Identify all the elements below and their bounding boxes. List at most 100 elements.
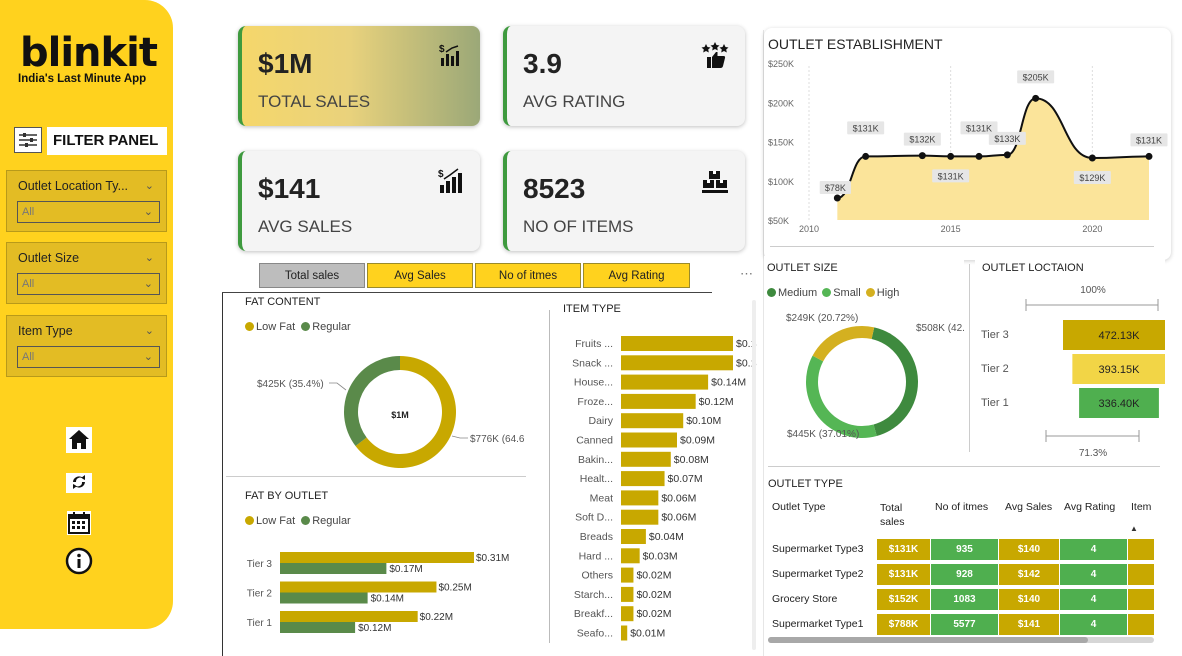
table-cell-outlet-type: Supermarket Type1 — [772, 618, 864, 630]
data-point — [1088, 154, 1096, 162]
metric-button-total-sales[interactable]: Total sales — [259, 263, 365, 288]
category-label: Breakf... — [574, 608, 613, 620]
chevron-down-icon: ⌄ — [143, 278, 153, 290]
table-cell: 1083 — [931, 589, 998, 610]
data-point — [1145, 152, 1153, 160]
table-cell: 935 — [931, 539, 998, 560]
table-cell: $141 — [999, 614, 1059, 635]
table-cell: $788K — [877, 614, 930, 635]
slicer-item-type[interactable]: Item Type ⌄ All ⌄ — [6, 315, 167, 377]
filter-sliders-icon[interactable] — [14, 127, 42, 153]
table-cell-outlet-type: Grocery Store — [772, 593, 838, 605]
sort-arrow-icon[interactable]: ▲ — [1130, 524, 1138, 533]
divider — [222, 292, 712, 293]
category-label: Bakin... — [578, 454, 613, 466]
chevron-down-icon[interactable]: ⌄ — [145, 251, 154, 264]
scrollbar-thumb[interactable] — [768, 637, 1088, 643]
info-icon[interactable] — [64, 546, 94, 576]
category-label: Dairy — [588, 415, 613, 427]
table-row[interactable]: Supermarket Type2 $131K 928 $142 4 — [768, 564, 1154, 586]
calendar-icon[interactable] — [64, 508, 94, 538]
column-header[interactable]: Avg Rating — [1064, 501, 1115, 513]
data-label: $0.31M — [476, 553, 509, 564]
divider — [549, 310, 550, 643]
sales-chart-icon: $ — [436, 167, 464, 195]
data-label: $0.03M — [643, 550, 678, 562]
donut-slice — [871, 327, 918, 437]
slicer-title: Outlet Size — [18, 251, 80, 265]
data-label: $0.02M — [636, 589, 671, 601]
slicer-value: All — [22, 278, 35, 290]
outlet-establishment-panel: OUTLET ESTABLISHMENT $50K $100K $150K $200K… — [764, 28, 1171, 260]
chevron-down-icon[interactable]: ⌄ — [145, 179, 154, 192]
table-cell: 4 — [1060, 564, 1127, 585]
category-label: Meat — [590, 492, 613, 504]
bar — [621, 490, 659, 506]
table-row[interactable]: Supermarket Type3 $131K 935 $140 4 — [768, 539, 1154, 561]
slicer-value: All — [22, 206, 35, 218]
x-tick-label: 2020 — [1082, 224, 1102, 234]
boxes-icon — [701, 167, 729, 195]
metric-button-avg-sales[interactable]: Avg Sales — [367, 263, 473, 288]
slicer-dropdown[interactable]: All ⌄ — [17, 273, 160, 295]
table-cell: 4 — [1060, 614, 1127, 635]
data-label: $0.02M — [636, 608, 671, 620]
outlet-establishment-area: $50K $100K $150K $200K $250K 2010 2015 2020 $78K… — [768, 59, 1168, 234]
bar — [621, 393, 696, 409]
y-tick-label: $100K — [768, 177, 794, 187]
bar — [621, 374, 709, 390]
data-label: $0.04M — [649, 531, 684, 543]
bar — [621, 471, 665, 487]
fat-content-donut: $1M $425K (35.4%) $776K (64.6%) — [257, 356, 524, 468]
table-cell: $152K — [877, 589, 930, 610]
data-label: $0.25M — [438, 583, 471, 594]
table-row[interactable]: Grocery Store $152K 1083 $140 4 — [768, 589, 1154, 611]
slicer-outlet-location[interactable]: Outlet Location Ty... ⌄ All ⌄ — [6, 170, 167, 232]
metric-button-no-of-items[interactable]: No of itmes — [475, 263, 581, 288]
slicer-title: Outlet Location Ty... — [18, 179, 129, 193]
data-label: $129K — [1079, 173, 1105, 183]
refresh-icon[interactable] — [64, 467, 94, 497]
fat-content-panel: FAT CONTENT Low Fat Regular $1M $425K (3… — [226, 294, 524, 476]
divider — [222, 292, 223, 656]
column-header[interactable]: No of itmes — [935, 501, 988, 513]
data-label: $78K — [825, 183, 846, 193]
kpi-total-sales: $1M TOTAL SALES $ — [238, 26, 480, 126]
funnel-top-label: 100% — [1080, 285, 1106, 296]
kpi-label: AVG SALES — [258, 217, 353, 236]
category-label: Fruits ... — [575, 338, 613, 350]
bar — [621, 451, 671, 467]
more-options-icon[interactable]: ⋯ — [740, 266, 753, 282]
column-header[interactable]: Total sales — [880, 501, 920, 529]
y-tick-label: $200K — [768, 98, 794, 108]
data-label: $0.12M — [358, 623, 391, 634]
bar — [621, 413, 684, 429]
table-row[interactable]: Supermarket Type1 $788K 5577 $141 4 — [768, 614, 1154, 636]
category-label: Tier 2 — [981, 363, 1009, 375]
chevron-down-icon[interactable]: ⌄ — [145, 324, 154, 337]
rating-thumb-icon — [701, 42, 729, 70]
x-tick-label: 2010 — [799, 224, 819, 234]
kpi-label: AVG RATING — [523, 92, 626, 111]
category-label: Tier 2 — [247, 589, 273, 600]
table-cell — [1128, 564, 1154, 585]
category-label: Tier 1 — [981, 397, 1009, 409]
home-icon[interactable] — [64, 425, 94, 455]
column-header[interactable]: Item — [1131, 501, 1151, 513]
column-header[interactable]: Avg Sales — [1005, 501, 1052, 513]
table-cell — [1128, 539, 1154, 560]
slicer-dropdown[interactable]: All ⌄ — [17, 201, 160, 223]
kpi-avg-sales: $141 AVG SALES $ — [238, 151, 480, 251]
slicer-outlet-size[interactable]: Outlet Size ⌄ All ⌄ — [6, 242, 167, 304]
donut-slice — [812, 326, 875, 362]
category-label: Starch... — [574, 589, 613, 601]
bar — [621, 355, 733, 371]
outlet-location-panel: OUTLET LOCTAION 100% Tier 3 472.13K Tier 23… — [975, 256, 1165, 466]
slicer-dropdown[interactable]: All ⌄ — [17, 346, 160, 368]
bar — [280, 563, 387, 574]
data-label: $0.14M — [371, 594, 404, 605]
column-header[interactable]: Outlet Type — [772, 501, 826, 513]
metric-button-avg-rating[interactable]: Avg Rating — [583, 263, 690, 288]
kpi-value: 8523 — [523, 173, 586, 204]
brand-tagline: India's Last Minute App — [18, 73, 147, 85]
